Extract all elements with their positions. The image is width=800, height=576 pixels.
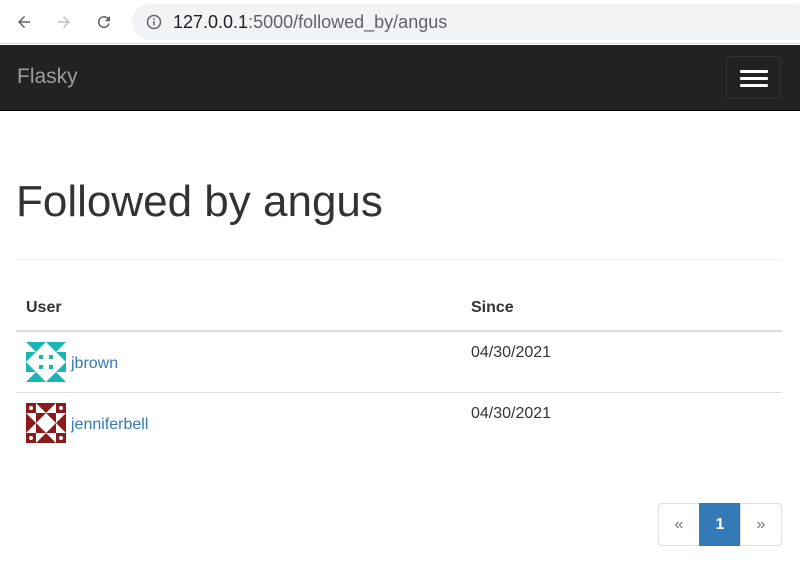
pagination: « 1 » xyxy=(658,503,782,546)
page-title: Followed by angus xyxy=(16,177,383,226)
navbar: Flasky xyxy=(0,45,800,111)
table-row: jenniferbell 04/30/2021 xyxy=(16,391,782,453)
page-header: Followed by angus xyxy=(16,180,782,260)
navbar-toggle-button[interactable] xyxy=(726,56,781,99)
navbar-brand[interactable]: Flasky xyxy=(17,65,78,89)
followers-table: User Since jbrown 04/30/2021 jenniferbel… xyxy=(16,286,782,453)
since-cell: 04/30/2021 xyxy=(461,391,782,453)
url-host: 127.0.0.1 xyxy=(173,11,249,32)
reload-button[interactable] xyxy=(90,8,118,36)
arrow-left-icon xyxy=(18,16,30,28)
user-cell: jenniferbell xyxy=(16,391,461,453)
table-header-row: User Since xyxy=(16,286,782,332)
pagination-page-1[interactable]: 1 xyxy=(699,503,741,546)
since-cell: 04/30/2021 xyxy=(471,344,552,361)
back-button[interactable] xyxy=(10,8,38,36)
pagination-prev-button[interactable]: « xyxy=(658,503,700,546)
address-bar[interactable]: 127.0.0.1:5000/followed_by/angus xyxy=(132,4,800,40)
url-path: :5000/followed_by/angus xyxy=(248,11,448,32)
column-header-since: Since xyxy=(461,286,782,332)
pagination-next-button[interactable]: » xyxy=(740,503,782,546)
user-cell: jbrown xyxy=(16,331,461,392)
browser-toolbar: 127.0.0.1:5000/followed_by/angus xyxy=(0,0,800,44)
arrow-right-icon xyxy=(58,16,70,28)
url-text: 127.0.0.1:5000/followed_by/angus xyxy=(173,12,447,33)
avatar[interactable] xyxy=(26,402,66,443)
info-icon[interactable] xyxy=(146,14,162,30)
user-link-jenniferbell[interactable]: jenniferbell xyxy=(71,416,148,434)
avatar[interactable] xyxy=(26,342,66,382)
column-header-user: User xyxy=(16,286,461,332)
user-link-jbrown[interactable]: jbrown xyxy=(71,355,118,373)
table-row: jbrown 04/30/2021 xyxy=(16,331,782,392)
reload-icon xyxy=(97,16,110,29)
forward-button[interactable] xyxy=(50,8,78,36)
